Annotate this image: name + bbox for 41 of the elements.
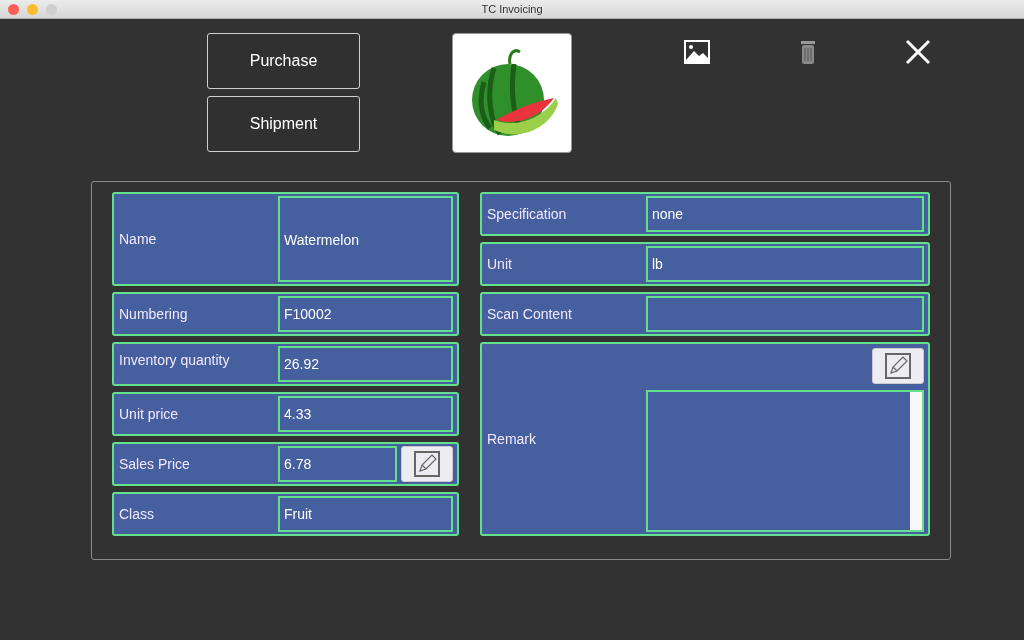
input-field[interactable]: none [646, 196, 924, 232]
field-value: 6.78 [284, 456, 312, 472]
field-label: Name [119, 231, 158, 247]
field-label: Unit [487, 256, 513, 272]
input-field[interactable]: Watermelon [278, 196, 453, 282]
input-field[interactable]: 4.33 [278, 396, 453, 432]
field-value: Watermelon [284, 232, 359, 248]
image-icon[interactable] [683, 39, 711, 65]
text-area[interactable] [646, 390, 924, 532]
field-label: Inventory quantity [119, 351, 231, 368]
pencil-icon [414, 451, 440, 477]
field-label: Numbering [119, 306, 189, 322]
scrollbar[interactable] [910, 392, 922, 530]
field-label: Sales Price [119, 456, 191, 472]
field-value: 4.33 [284, 406, 312, 422]
field-value: 26.92 [284, 356, 320, 372]
input-field[interactable]: lb [646, 246, 924, 282]
input-field[interactable]: Fruit [278, 496, 453, 532]
product-image[interactable] [452, 33, 572, 153]
input-field[interactable]: 6.78 [278, 446, 397, 482]
trash-icon[interactable] [799, 39, 817, 65]
action-button[interactable]: Shipment [207, 96, 360, 152]
field-value: Fruit [284, 506, 312, 522]
action-button[interactable]: Purchase [207, 33, 360, 89]
edit-button[interactable] [872, 348, 924, 384]
field-label: Unit price [119, 406, 180, 422]
field-label: Class [119, 506, 155, 522]
field-value: F10002 [284, 306, 332, 322]
close-window-icon[interactable] [8, 4, 19, 15]
input-field[interactable]: 26.92 [278, 346, 453, 382]
close-icon[interactable] [905, 39, 931, 65]
field-label: Remark [487, 431, 537, 447]
input-field[interactable]: F10002 [278, 296, 453, 332]
field-label: Scan Content [487, 306, 573, 322]
field-value: none [652, 206, 684, 222]
field-label: Specification [487, 206, 568, 222]
input-field[interactable] [646, 296, 924, 332]
field-value: lb [652, 256, 663, 272]
edit-button[interactable] [401, 446, 453, 482]
window-title: TC Invoicing [481, 3, 543, 15]
pencil-icon [885, 353, 911, 379]
